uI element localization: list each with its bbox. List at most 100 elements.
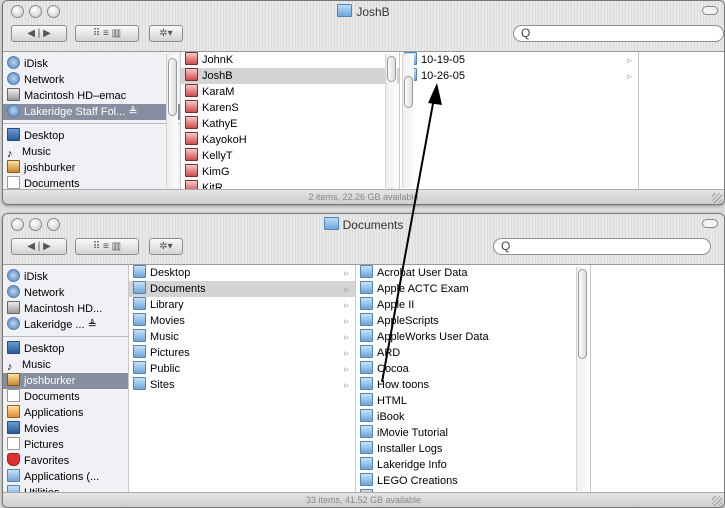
column-item[interactable]: Apple II▹ (356, 297, 590, 313)
sidebar-item[interactable]: ♪ Music (3, 357, 128, 373)
sidebar-item[interactable]: Lakeridge Staff Fol... ≜ (3, 104, 180, 120)
finder-window-joshb: JoshB ◀ | ▶ ⠿ ≡ ▥ ✲▾ Q iDisk Network Macin… (2, 0, 725, 205)
item-label: KellyT (202, 150, 233, 162)
scrollbar[interactable] (402, 54, 414, 188)
scrollbar-thumb[interactable] (168, 58, 177, 116)
folder-icon (360, 457, 373, 470)
scrollbar[interactable] (576, 267, 588, 491)
column-item[interactable]: 10-19-05 ▹ (400, 52, 638, 68)
back-forward-button[interactable]: ◀ | ▶ (11, 238, 67, 255)
item-label: KayokoH (202, 134, 247, 146)
disclosure-arrow-icon: ▹ (344, 332, 349, 342)
action-menu-button[interactable]: ✲▾ (149, 25, 183, 42)
toolbar-toggle-button[interactable] (702, 219, 718, 228)
item-label: Applications (24, 407, 84, 419)
sidebar-item[interactable]: Applications (3, 405, 128, 421)
column-item[interactable]: Music ▹ (129, 329, 355, 345)
scrollbar-thumb[interactable] (404, 76, 413, 108)
item-label: KimG (202, 166, 230, 178)
music-icon: ♪ (7, 148, 13, 160)
column-item[interactable]: Lakeridge Info▹ (356, 457, 590, 473)
disclosure-arrow-icon: ▹ (344, 300, 349, 310)
sidebar-item[interactable]: Documents (3, 176, 180, 190)
column-item[interactable]: Apple ACTC Exam▹ (356, 281, 590, 297)
resize-handle[interactable] (712, 193, 722, 203)
column-item[interactable]: Documents ▹ (129, 281, 355, 297)
column-item[interactable]: LEGO Creations▹ (356, 473, 590, 489)
column-item[interactable]: HTML▹ (356, 393, 590, 409)
item-label: Documents (150, 283, 206, 295)
column-item[interactable]: Movies ▹ (129, 313, 355, 329)
view-mode-control[interactable]: ⠿ ≡ ▥ (75, 25, 139, 42)
column-item[interactable]: iBook▹ (356, 409, 590, 425)
column-item[interactable]: AppleWorks User Data▹ (356, 329, 590, 345)
action-menu-button[interactable]: ✲▾ (149, 238, 183, 255)
user-folder-icon (185, 100, 198, 113)
column-item[interactable]: Library ▹ (129, 297, 355, 313)
column-item[interactable]: Cocoa▹ (356, 361, 590, 377)
column-item[interactable]: JohnK▹ (181, 52, 399, 68)
scrollbar-thumb[interactable] (387, 56, 396, 82)
back-forward-button[interactable]: ◀ | ▶ (11, 25, 67, 42)
item-label: Lakeridge ... ≜ (24, 319, 97, 331)
scrollbar[interactable] (166, 54, 178, 188)
folder-icon (133, 297, 146, 310)
user-folder-icon (185, 164, 198, 177)
sidebar-item[interactable]: Movies (3, 421, 128, 437)
item-label: Cocoa (377, 363, 409, 375)
item-label: Apple II (377, 299, 415, 311)
column-item[interactable]: Pictures ▹ (129, 345, 355, 361)
sidebar-item[interactable]: Macintosh HD–emac (3, 88, 180, 104)
sidebar-item[interactable]: ♪ Music (3, 144, 180, 160)
scrollbar[interactable] (385, 54, 397, 188)
column-item[interactable]: Sites ▹ (129, 377, 355, 393)
sidebar-item[interactable]: iDisk (3, 56, 180, 72)
disclosure-arrow-icon: ▹ (344, 284, 349, 294)
folder-icon (133, 329, 146, 342)
resize-handle[interactable] (712, 496, 722, 506)
scrollbar-thumb[interactable] (578, 269, 587, 359)
sidebar-item[interactable]: Desktop (3, 341, 128, 357)
column-item[interactable]: How toons▹ (356, 377, 590, 393)
sidebar-item[interactable]: Network (3, 72, 180, 88)
column-item[interactable]: KarenS▹ (181, 100, 399, 116)
movies-icon (7, 421, 20, 434)
sidebar-item[interactable]: Documents (3, 389, 128, 405)
column-item[interactable]: ARD▹ (356, 345, 590, 361)
column-item[interactable]: 10-26-05 ▹ (400, 68, 638, 84)
column-item[interactable]: iMovie Tutorial▹ (356, 425, 590, 441)
favorites-icon (7, 453, 20, 466)
column-item[interactable]: Acrobat User Data▹ (356, 265, 590, 281)
search-field[interactable]: Q (513, 25, 724, 42)
item-label: JohnK (202, 54, 234, 66)
view-mode-control[interactable]: ⠿ ≡ ▥ (75, 238, 139, 255)
column-item[interactable]: JoshB▹ (181, 68, 399, 84)
column-item[interactable]: KathyE▹ (181, 116, 399, 132)
column-item[interactable]: Public ▹ (129, 361, 355, 377)
toolbar-toggle-button[interactable] (702, 6, 718, 15)
sidebar-item[interactable]: Macintosh HD... (3, 301, 128, 317)
browser-body: iDisk Network Macintosh HD... Lakeridge ...… (3, 265, 724, 493)
sidebar-item[interactable]: Pictures (3, 437, 128, 453)
sidebar-item[interactable]: joshburker (3, 373, 128, 389)
column-item[interactable]: KayokoH▹ (181, 132, 399, 148)
column-item[interactable]: Desktop ▹ (129, 265, 355, 281)
sidebar-item[interactable]: Desktop (3, 128, 180, 144)
search-field[interactable]: Q (493, 238, 711, 255)
network-icon (7, 285, 20, 298)
column-item[interactable]: KellyT▹ (181, 148, 399, 164)
column-item[interactable]: KaraM▹ (181, 84, 399, 100)
item-label: Pictures (24, 439, 64, 451)
home-icon (7, 160, 20, 173)
home-icon (7, 373, 20, 386)
item-label: iBook (377, 411, 405, 423)
sidebar-item[interactable]: Lakeridge ... ≜ (3, 317, 128, 333)
sidebar-item[interactable]: Applications (... (3, 469, 128, 485)
sidebar-item[interactable]: iDisk (3, 269, 128, 285)
column-item[interactable]: Installer Logs▹ (356, 441, 590, 457)
column-item[interactable]: AppleScripts▹ (356, 313, 590, 329)
sidebar-item[interactable]: joshburker (3, 160, 180, 176)
sidebar-item[interactable]: Favorites (3, 453, 128, 469)
column-item[interactable]: KimG▹ (181, 164, 399, 180)
sidebar-item[interactable]: Network (3, 285, 128, 301)
